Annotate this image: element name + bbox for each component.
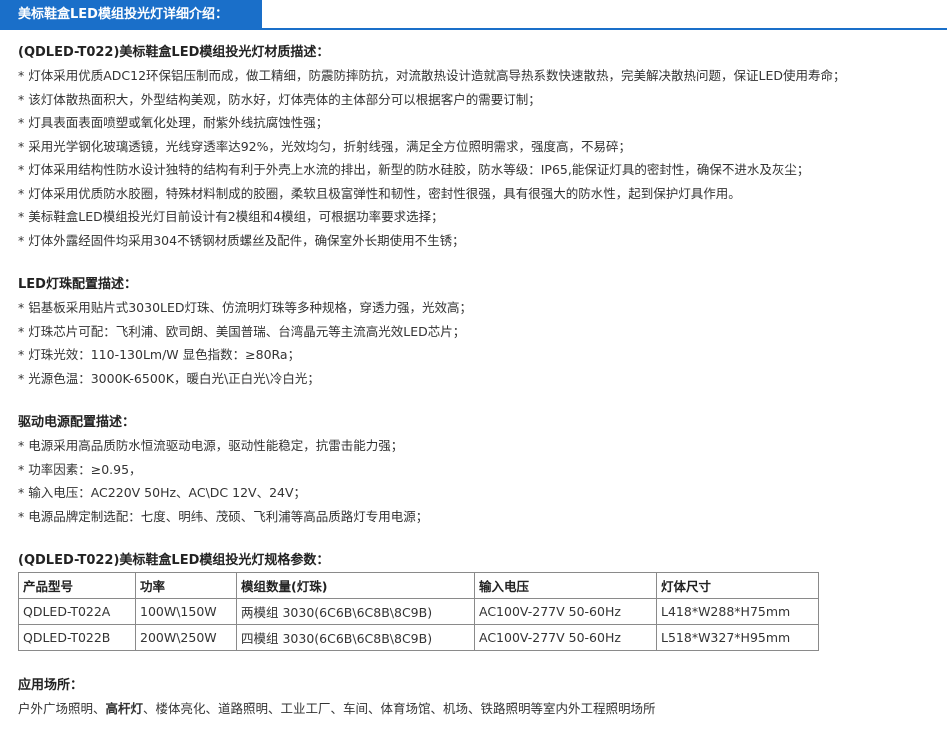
led-line: * 光源色温：3000K-6500K，暖白光\正白光\冷白光； [18,370,320,386]
driver-section: 驱动电源配置描述： * 电源采用高品质防水恒流驱动电源，驱动性能稳定，抗雷击能力… [18,412,943,528]
application-keyword: 高杆灯 [105,701,144,716]
product-description: (QDLED-T022)美标鞋盒LED模组投光灯材质描述： * 灯体采用优质AD… [18,42,943,720]
spec-cell: 两模组 3030(6C6B\6C8B\8C9B) [236,598,475,625]
spec-row: QDLED-T022A 100W\150W 两模组 3030(6C6B\6C8B… [18,598,819,625]
material-line: * 灯体外露经固件均采用304不锈钢材质螺丝及配件，确保室外长期使用不生锈； [18,232,465,248]
material-line: * 采用光学钢化玻璃透镜，光线穿透率达92%，光效均匀，折射线强，满足全方位照明… [18,138,632,154]
spec-cell: L518*W327*H95mm [656,624,819,651]
spec-title: (QDLED-T022)美标鞋盒LED模组投光灯规格参数： [18,553,330,568]
tab-bar: 美标鞋盒LED模组投光灯详细介绍： [0,0,947,30]
spec-header-cell: 输入电压 [474,572,657,599]
led-line: * 灯珠芯片可配：飞利浦、欧司朗、美国普瑞、台湾晶元等主流高光效LED芯片； [18,323,466,339]
driver-line: * 输入电压：AC220V 50Hz、AC\DC 12V、24V； [18,485,307,500]
material-line: * 灯体采用优质防水胶圈，特殊材料制成的胶圈，柔软且极富弹性和韧性，密封性很强，… [18,185,741,201]
application-section: 应用场所： 户外广场照明、高杆灯、楼体亮化、道路照明、工业工厂、车间、体育场馆、… [18,675,943,720]
spec-header-cell: 灯体尺寸 [656,572,819,599]
application-title: 应用场所： [18,678,84,693]
material-line: * 美标鞋盒LED模组投光灯目前设计有2模组和4模组，可根据功率要求选择； [18,209,444,224]
spec-row: QDLED-T022B 200W\250W 四模组 3030(6C6B\6C8B… [18,624,819,651]
application-text-before: 户外广场照明、 [18,701,106,716]
material-line: * 灯具表面表面喷塑或氧化处理，耐紫外线抗腐蚀性强； [18,115,329,130]
led-line: * 铝基板采用贴片式3030LED灯珠、仿流明灯珠等多种规格，穿透力强，光效高； [18,300,473,315]
led-section: LED灯珠配置描述： * 铝基板采用贴片式3030LED灯珠、仿流明灯珠等多种规… [18,274,943,390]
driver-line: * 电源采用高品质防水恒流驱动电源，驱动性能稳定，抗雷击能力强； [18,438,404,453]
spec-table: 产品型号 功率 模组数量(灯珠) 输入电压 灯体尺寸 QDLED-T022A 1… [18,572,819,651]
application-text-after: 、楼体亮化、道路照明、工业工厂、车间、体育场馆、机场、铁路照明等室内外工程照明场… [143,701,656,716]
spec-header-row: 产品型号 功率 模组数量(灯珠) 输入电压 灯体尺寸 [18,572,819,599]
spec-cell: QDLED-T022A [18,598,136,625]
led-title: LED灯珠配置描述： [18,277,137,292]
material-section: (QDLED-T022)美标鞋盒LED模组投光灯材质描述： * 灯体采用优质AD… [18,42,943,252]
spec-section: (QDLED-T022)美标鞋盒LED模组投光灯规格参数： 产品型号 功率 模组… [18,550,943,651]
spec-header-cell: 模组数量(灯珠) [236,572,475,599]
driver-line: * 电源品牌定制选配：七度、明纬、茂硕、飞利浦等高品质路灯专用电源； [18,508,429,524]
material-title: (QDLED-T022)美标鞋盒LED模组投光灯材质描述： [18,45,330,60]
driver-line: * 功率因素：≥0.95， [18,461,142,477]
spec-header-cell: 产品型号 [18,572,136,599]
material-line: * 灯体采用优质ADC12环保铝压制而成，做工精细，防震防摔防抗，对流散热设计造… [18,68,846,83]
driver-title: 驱动电源配置描述： [18,415,136,430]
spec-cell: 100W\150W [135,598,237,625]
spec-cell: AC100V-277V 50-60Hz [474,624,657,651]
spec-cell: L418*W288*H75mm [656,598,819,625]
material-line: * 灯体采用结构性防水设计独特的结构有利于外壳上水流的排出，新型的防水硅胶，防水… [18,162,810,177]
spec-cell: QDLED-T022B [18,624,136,651]
application-text: 户外广场照明、高杆灯、楼体亮化、道路照明、工业工厂、车间、体育场馆、机场、铁路照… [18,697,943,720]
led-line: * 灯珠光效：110-130Lm/W 显色指数：≥80Ra； [18,347,301,362]
tab-product-details[interactable]: 美标鞋盒LED模组投光灯详细介绍： [0,0,262,30]
spec-cell: AC100V-277V 50-60Hz [474,598,657,625]
material-line: * 该灯体散热面积大，外型结构美观，防水好，灯体壳体的主体部分可以根据客户的需要… [18,91,541,107]
spec-cell: 四模组 3030(6C6B\6C8B\8C9B) [236,624,475,651]
spec-header-cell: 功率 [135,572,237,599]
spec-cell: 200W\250W [135,624,237,651]
